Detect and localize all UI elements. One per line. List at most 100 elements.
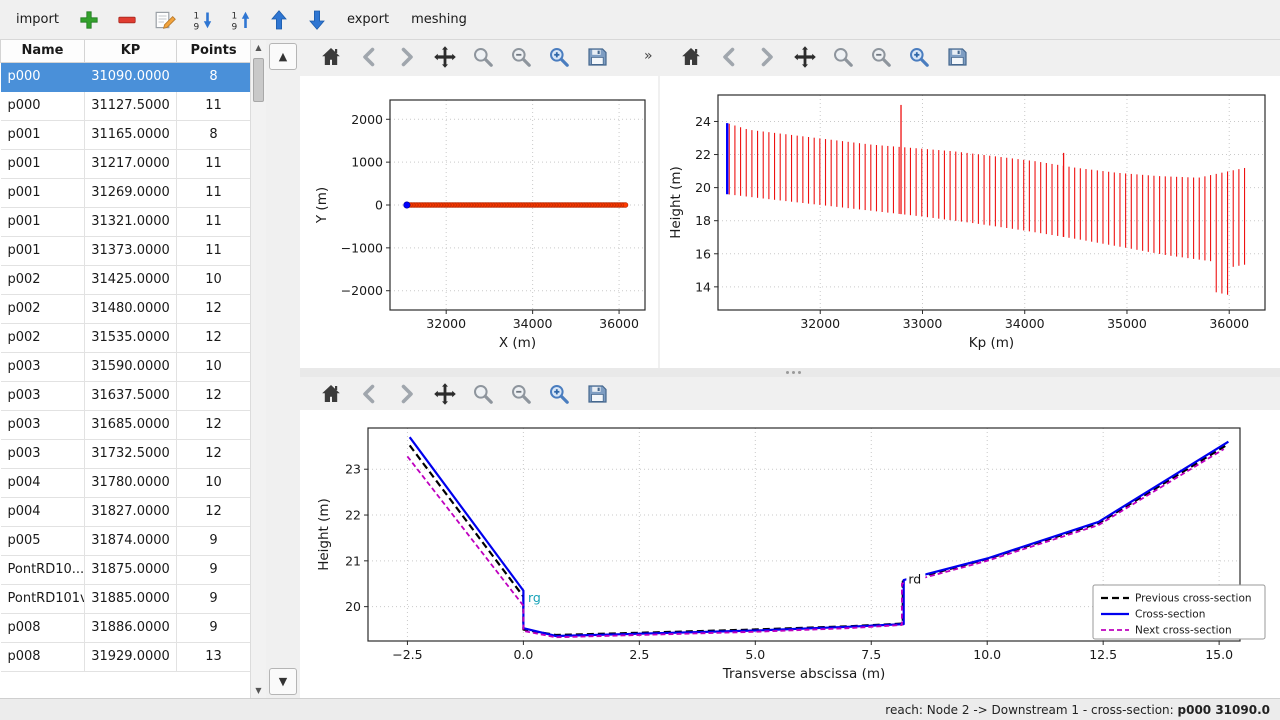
- zoom-in-button[interactable]: [546, 44, 572, 70]
- cell-points[interactable]: 9: [177, 526, 251, 555]
- import-button[interactable]: import: [10, 8, 65, 31]
- table-row[interactable]: p00431827.000012: [1, 497, 251, 526]
- cell-points[interactable]: 11: [177, 236, 251, 265]
- table-row[interactable]: p00131269.000011: [1, 178, 251, 207]
- table-row[interactable]: p00031127.500011: [1, 91, 251, 120]
- cell-name[interactable]: p002: [1, 265, 85, 294]
- cell-kp[interactable]: 31217.0000: [85, 149, 177, 178]
- longitudinal-profile-chart[interactable]: 3200033000340003500036000141618202224Kp …: [660, 76, 1280, 368]
- save-figure-button[interactable]: [944, 44, 970, 70]
- cell-points[interactable]: 11: [177, 91, 251, 120]
- table-row[interactable]: p00831929.000013: [1, 642, 251, 671]
- cell-name[interactable]: p003: [1, 352, 85, 381]
- move-up-button[interactable]: [265, 6, 293, 34]
- pan-button[interactable]: [432, 381, 458, 407]
- cell-points[interactable]: 11: [177, 178, 251, 207]
- table-row[interactable]: p00331732.500012: [1, 439, 251, 468]
- cell-name[interactable]: p000: [1, 62, 85, 91]
- cell-kp[interactable]: 31637.5000: [85, 381, 177, 410]
- cell-name[interactable]: p002: [1, 294, 85, 323]
- cell-kp[interactable]: 31425.0000: [85, 265, 177, 294]
- cell-kp[interactable]: 31590.0000: [85, 352, 177, 381]
- cell-name[interactable]: p000: [1, 91, 85, 120]
- table-row[interactable]: p00031090.00008: [1, 62, 251, 91]
- column-header-name[interactable]: Name: [1, 40, 85, 62]
- cell-kp[interactable]: 31535.0000: [85, 323, 177, 352]
- cell-kp[interactable]: 31321.0000: [85, 207, 177, 236]
- cell-kp[interactable]: 31269.0000: [85, 178, 177, 207]
- cell-kp[interactable]: 31874.0000: [85, 526, 177, 555]
- cell-points[interactable]: 9: [177, 555, 251, 584]
- zoom-in-button[interactable]: [546, 381, 572, 407]
- cell-name[interactable]: p001: [1, 149, 85, 178]
- zoom-in-button[interactable]: [906, 44, 932, 70]
- cell-name[interactable]: p005: [1, 526, 85, 555]
- cell-name[interactable]: p002: [1, 323, 85, 352]
- cell-name[interactable]: PontRD10...: [1, 555, 85, 584]
- cell-name[interactable]: p001: [1, 178, 85, 207]
- cell-points[interactable]: 12: [177, 410, 251, 439]
- cell-points[interactable]: 10: [177, 265, 251, 294]
- panel-scroll-down-button[interactable]: ▼: [269, 668, 297, 695]
- column-header-kp[interactable]: KP: [85, 40, 177, 62]
- save-figure-button[interactable]: [584, 381, 610, 407]
- back-button[interactable]: [716, 44, 742, 70]
- export-button[interactable]: export: [341, 8, 395, 31]
- scroll-down-icon[interactable]: ▼: [251, 686, 266, 695]
- cell-points[interactable]: 13: [177, 642, 251, 671]
- cell-kp[interactable]: 31886.0000: [85, 613, 177, 642]
- table-row[interactable]: p00131217.000011: [1, 149, 251, 178]
- table-row[interactable]: p00531874.00009: [1, 526, 251, 555]
- splitter-handle-icon[interactable]: [786, 371, 801, 374]
- toolbar-overflow-indicator[interactable]: »: [644, 48, 653, 64]
- table-row[interactable]: p00231425.000010: [1, 265, 251, 294]
- splitter[interactable]: [300, 368, 1280, 377]
- cell-kp[interactable]: 31090.0000: [85, 62, 177, 91]
- cell-kp[interactable]: 31165.0000: [85, 120, 177, 149]
- meshing-button[interactable]: meshing: [405, 8, 473, 31]
- cell-points[interactable]: 12: [177, 439, 251, 468]
- cell-points[interactable]: 9: [177, 584, 251, 613]
- cell-kp[interactable]: 31732.5000: [85, 439, 177, 468]
- column-header-points[interactable]: Points: [177, 40, 251, 62]
- remove-cross-section-button[interactable]: [113, 6, 141, 34]
- zoom-button[interactable]: [830, 44, 856, 70]
- panel-scroll-up-button[interactable]: ▲: [269, 43, 297, 70]
- cell-name[interactable]: p003: [1, 439, 85, 468]
- cell-name[interactable]: p003: [1, 410, 85, 439]
- cell-points[interactable]: 12: [177, 294, 251, 323]
- home-button[interactable]: [318, 381, 344, 407]
- cell-points[interactable]: 10: [177, 468, 251, 497]
- cell-name[interactable]: p004: [1, 468, 85, 497]
- cell-name[interactable]: p008: [1, 642, 85, 671]
- table-row[interactable]: p00131373.000011: [1, 236, 251, 265]
- table-row[interactable]: p00131321.000011: [1, 207, 251, 236]
- zoom-button[interactable]: [470, 381, 496, 407]
- cross-section-chart[interactable]: −2.50.02.55.07.510.012.515.020212223Tran…: [300, 410, 1280, 698]
- cell-points[interactable]: 9: [177, 613, 251, 642]
- back-button[interactable]: [356, 44, 382, 70]
- forward-button[interactable]: [394, 44, 420, 70]
- cell-points[interactable]: 12: [177, 323, 251, 352]
- table-row[interactable]: p00231535.000012: [1, 323, 251, 352]
- table-row[interactable]: p00831886.00009: [1, 613, 251, 642]
- cell-kp[interactable]: 31827.0000: [85, 497, 177, 526]
- pan-button[interactable]: [792, 44, 818, 70]
- cell-points[interactable]: 12: [177, 381, 251, 410]
- cell-name[interactable]: PontRD101v: [1, 584, 85, 613]
- scroll-up-icon[interactable]: ▲: [251, 43, 266, 52]
- cell-name[interactable]: p001: [1, 236, 85, 265]
- plan-view-chart[interactable]: 320003400036000−2000−1000010002000X (m)Y…: [300, 76, 658, 368]
- table-row[interactable]: p00131165.00008: [1, 120, 251, 149]
- table-row[interactable]: p00431780.000010: [1, 468, 251, 497]
- cell-name[interactable]: p008: [1, 613, 85, 642]
- cell-name[interactable]: p001: [1, 120, 85, 149]
- add-cross-section-button[interactable]: [75, 6, 103, 34]
- table-row[interactable]: p00331590.000010: [1, 352, 251, 381]
- cell-kp[interactable]: 31480.0000: [85, 294, 177, 323]
- forward-button[interactable]: [394, 381, 420, 407]
- zoom-out-button[interactable]: [508, 381, 534, 407]
- cell-kp[interactable]: 31127.5000: [85, 91, 177, 120]
- cell-kp[interactable]: 31885.0000: [85, 584, 177, 613]
- pan-button[interactable]: [432, 44, 458, 70]
